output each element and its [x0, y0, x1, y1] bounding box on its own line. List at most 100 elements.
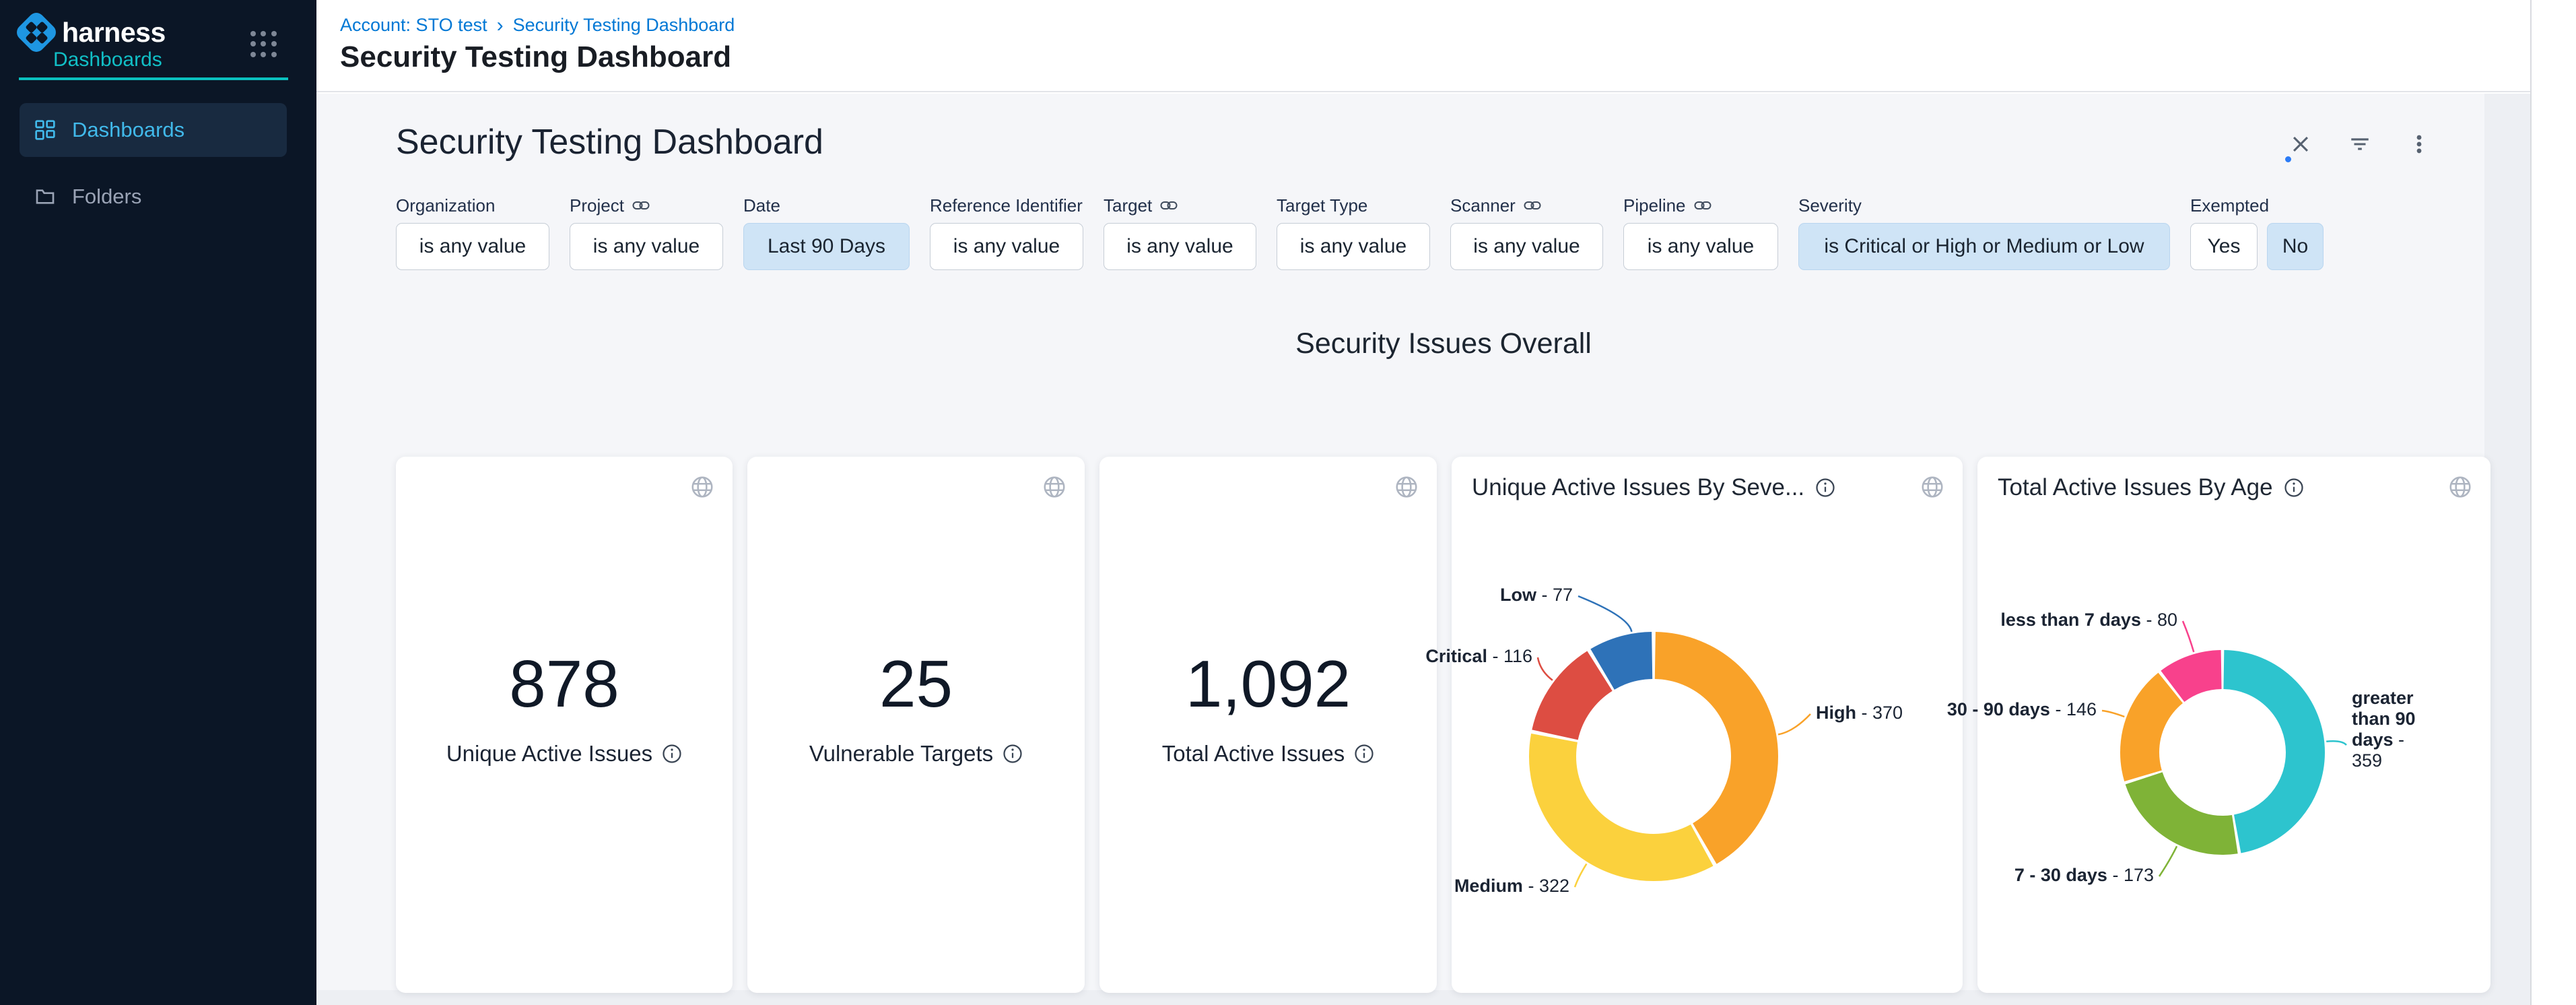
filter-target-type: Target Type is any value — [1277, 195, 1430, 270]
sidebar-item-dashboards[interactable]: Dashboards — [20, 103, 287, 157]
sidebar-item-label: Folders — [72, 185, 141, 209]
dashboards-grid-icon — [34, 119, 56, 141]
pie-label: greater than 90 days - 359 — [2352, 688, 2418, 771]
folder-icon — [34, 186, 56, 207]
filter-pipeline: Pipeline is any value — [1623, 195, 1778, 270]
filter-project: Project is any value — [570, 195, 723, 270]
pie-label: Low - 77 — [1500, 585, 1573, 606]
filter-label: Project — [570, 195, 723, 216]
filter-chip[interactable]: is any value — [396, 223, 549, 270]
filter-label: Severity — [1798, 195, 2170, 216]
cards-row: 878 Unique Active Issues — [396, 457, 2490, 993]
filter-chip[interactable]: is any value — [1450, 223, 1603, 270]
brand-name: harness — [62, 17, 166, 48]
content-area: Security Testing Dashboard Organization i… — [316, 94, 2576, 1005]
filter-date: Date Last 90 Days — [743, 195, 910, 270]
link-icon — [632, 199, 650, 212]
chart-card-issues-by-age: Total Active Issues By Age greater than … — [1977, 457, 2490, 993]
breadcrumb-chevron-icon: › — [497, 16, 504, 34]
stat-card-unique-active-issues: 878 Unique Active Issues — [396, 457, 733, 993]
pie-label-connector — [2102, 711, 2124, 717]
link-icon — [1160, 199, 1178, 212]
sidebar-item-folders[interactable]: Folders — [20, 170, 287, 224]
sidebar-divider — [19, 77, 288, 80]
filter-chip[interactable]: is any value — [930, 223, 1083, 270]
filter-chip[interactable]: is any value — [570, 223, 723, 270]
dashboard-title: Security Testing Dashboard — [396, 122, 823, 162]
chart-title: Unique Active Issues By Seve... — [1472, 474, 1804, 501]
dashboard-panel: Security Testing Dashboard Organization i… — [316, 94, 2484, 990]
harness-logo[interactable]: harness — [15, 11, 166, 54]
breadcrumb: Account: STO test › Security Testing Das… — [340, 15, 735, 36]
filter-chip[interactable]: is any value — [1623, 223, 1778, 270]
dashboard-toolbar — [2289, 133, 2431, 156]
pie-label: 7 - 30 days - 173 — [2014, 865, 2154, 886]
filter-label: Target — [1104, 195, 1256, 216]
filter-label: Reference Identifier — [930, 195, 1083, 216]
filter-icon[interactable] — [2348, 133, 2371, 156]
filter-chip[interactable]: is Critical or High or Medium or Low — [1798, 223, 2170, 270]
exempted-yes-button[interactable]: Yes — [2190, 223, 2258, 270]
filter-label: Exempted — [2190, 195, 2324, 216]
filter-label: Target Type — [1277, 195, 1430, 216]
stat-card-total-active-issues: 1,092 Total Active Issues — [1099, 457, 1437, 993]
info-icon[interactable] — [1815, 478, 1835, 498]
stat-label: Total Active Issues — [1162, 741, 1345, 767]
pie-label-connector — [2159, 846, 2177, 876]
info-icon[interactable] — [1003, 744, 1023, 764]
pie-label-connector — [1778, 714, 1810, 734]
stat-label: Unique Active Issues — [446, 741, 652, 767]
filter-scanner: Scanner is any value — [1450, 195, 1603, 270]
stat-label: Vulnerable Targets — [809, 741, 993, 767]
filter-organization: Organization is any value — [396, 195, 549, 270]
pie-label-connector — [2183, 621, 2194, 652]
breadcrumb-page-link[interactable]: Security Testing Dashboard — [513, 15, 735, 36]
pie-label-connector — [1538, 657, 1553, 680]
filter-chip[interactable]: is any value — [1104, 223, 1256, 270]
info-icon[interactable] — [1354, 744, 1374, 764]
scrollbar-gutter[interactable] — [2530, 0, 2576, 1005]
sidebar: harness Dashboards Dashboards Folders — [0, 0, 316, 1005]
app-root: harness Dashboards Dashboards Folders Ac… — [0, 0, 2576, 1005]
pie-label: High - 370 — [1816, 703, 1903, 723]
harness-logo-icon — [15, 11, 58, 54]
stat-value: 25 — [747, 651, 1085, 717]
pie-label-connector — [1575, 864, 1586, 887]
link-icon — [1524, 199, 1541, 212]
globe-icon[interactable] — [1920, 474, 1945, 500]
pie-label-connector — [2326, 741, 2346, 745]
pie-label: Critical - 116 — [1425, 646, 1532, 667]
chart-card-issues-by-severity: Unique Active Issues By Seve... High - 3… — [1452, 457, 1963, 993]
stat-value: 878 — [396, 651, 733, 717]
donut-chart-severity[interactable] — [1452, 457, 1963, 993]
filter-label: Organization — [396, 195, 549, 216]
filter-label: Pipeline — [1623, 195, 1778, 216]
filter-reference-identifier: Reference Identifier is any value — [930, 195, 1083, 270]
breadcrumb-account-link[interactable]: Account: STO test — [340, 15, 487, 36]
filters-row: Organization is any value Project is any va… — [396, 195, 2324, 270]
filter-label: Scanner — [1450, 195, 1603, 216]
filter-chip[interactable]: Last 90 Days — [743, 223, 910, 270]
section-title: Security Issues Overall — [396, 327, 2491, 360]
close-icon[interactable] — [2289, 133, 2312, 156]
product-name: Dashboards — [53, 48, 162, 71]
stat-value: 1,092 — [1099, 651, 1437, 717]
page-title: Security Testing Dashboard — [340, 40, 731, 74]
info-icon[interactable] — [662, 744, 682, 764]
cursor-dot — [2285, 156, 2291, 162]
filter-exempted: Exempted YesNo — [2190, 195, 2324, 270]
filter-label: Date — [743, 195, 910, 216]
globe-icon[interactable] — [689, 474, 715, 500]
sidebar-item-label: Dashboards — [72, 118, 184, 142]
filter-severity: Severity is Critical or High or Medium or… — [1798, 195, 2170, 270]
pie-label: Medium - 322 — [1454, 876, 1569, 897]
globe-icon[interactable] — [2447, 474, 2473, 500]
globe-icon[interactable] — [1394, 474, 1419, 500]
globe-icon[interactable] — [1042, 474, 1067, 500]
filter-chip[interactable]: is any value — [1277, 223, 1430, 270]
exempted-no-button[interactable]: No — [2267, 223, 2324, 270]
kebab-menu-icon[interactable] — [2408, 133, 2431, 156]
pie-label: 30 - 90 days - 146 — [1947, 699, 2097, 720]
module-switcher-icon[interactable] — [250, 31, 277, 58]
info-icon[interactable] — [2284, 478, 2304, 498]
